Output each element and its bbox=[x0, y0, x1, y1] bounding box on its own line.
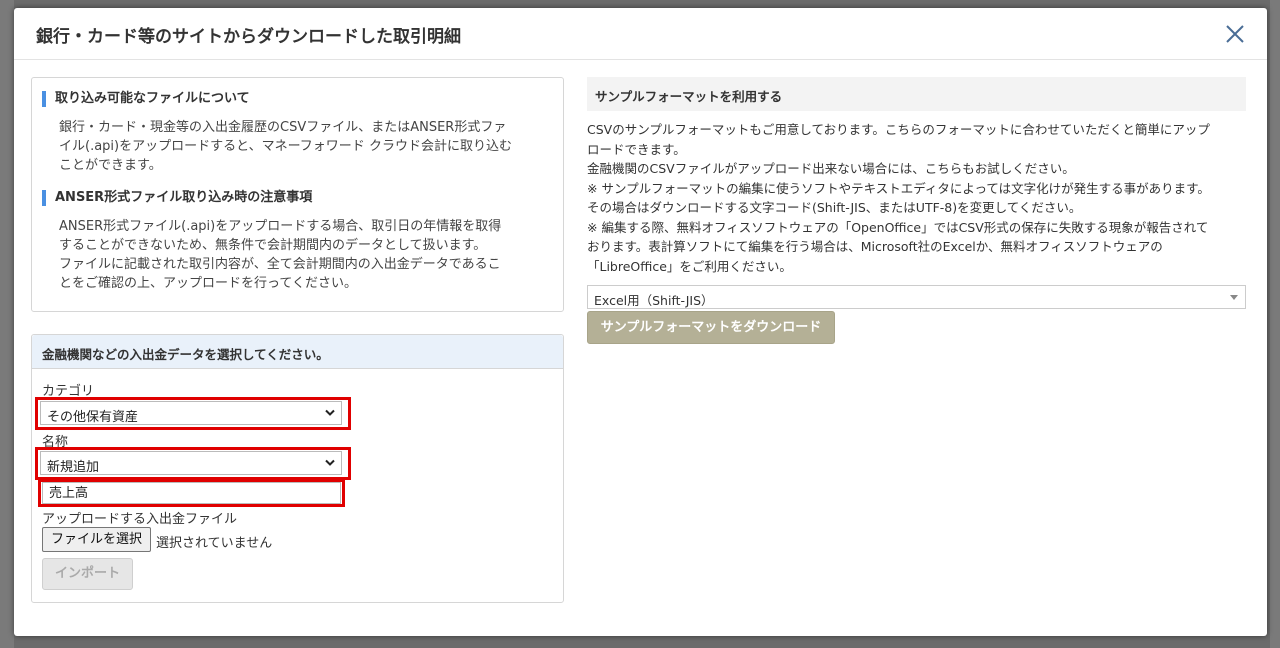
download-sample-button[interactable]: サンプルフォーマットをダウンロード bbox=[587, 311, 835, 344]
text-line: CSVのサンプルフォーマットもご用意しております。こちらのフォーマットに合わせて… bbox=[587, 122, 1210, 137]
chevron-down-icon bbox=[325, 409, 335, 416]
text-line: ことができます。 bbox=[59, 158, 162, 173]
text-line: することができないため、無条件で会計期間内のデータとして扱います。 bbox=[59, 238, 487, 253]
section-text-importable-files: 銀行・カード・現金等の入出金履歴のCSVファイル、またはANSER形式ファ イル… bbox=[59, 118, 559, 175]
format-select-value: Excel用（Shift-JIS） bbox=[594, 293, 714, 308]
category-select-value: その他保有資産 bbox=[47, 410, 139, 425]
modal-title: 銀行・カード等のサイトからダウンロードした取引明細 bbox=[36, 27, 461, 47]
text-line: ANSER形式ファイル(.api)をアップロードする場合、取引日の年情報を取得 bbox=[59, 219, 502, 234]
file-status: 選択されていません bbox=[156, 536, 273, 551]
modal-header: 銀行・カード等のサイトからダウンロードした取引明細 bbox=[14, 8, 1267, 60]
sample-header: サンプルフォーマットを利用する bbox=[587, 77, 1246, 111]
text-line: 「LibreOffice」をご利用ください。 bbox=[587, 258, 792, 274]
category-select[interactable]: その他保有資産 bbox=[40, 401, 342, 425]
new-name-input[interactable]: 売上高 bbox=[42, 482, 341, 504]
format-select[interactable]: Excel用（Shift-JIS） bbox=[587, 285, 1246, 309]
text-line: ※ 編集する際、無料オフィスソフトウェアの「OpenOffice」ではCSV形式… bbox=[587, 219, 1209, 235]
text-line: おります。表計算ソフトにて編集を行う場合は、Microsoft社のExcelか、… bbox=[587, 239, 1163, 254]
info-box: 取り込み可能なファイルについて 銀行・カード・現金等の入出金履歴のCSVファイル… bbox=[31, 77, 564, 312]
sample-description: CSVのサンプルフォーマットもご用意しております。こちらのフォーマットに合わせて… bbox=[587, 120, 1252, 276]
name-select-value: 新規追加 bbox=[47, 460, 100, 475]
section-text-anser-notes: ANSER形式ファイル(.api)をアップロードする場合、取引日の年情報を取得 … bbox=[59, 217, 559, 293]
chevron-down-icon bbox=[325, 459, 335, 466]
text-line: イル(.api)をアップロードすると、マネーフォワード クラウド会計に取り込む bbox=[59, 139, 512, 154]
section-title-anser-notes: ANSER形式ファイル取り込み時の注意事項 bbox=[42, 190, 312, 206]
text-line: ※ サンプルフォーマットの編集に使うソフトやテキストエディタによっては文字化けが… bbox=[587, 180, 1210, 196]
import-button[interactable]: インポート bbox=[42, 558, 133, 590]
section-title-importable-files: 取り込み可能なファイルについて bbox=[42, 91, 250, 107]
text-line: その場合はダウンロードする文字コード(Shift-JIS、またはUTF-8)を変… bbox=[587, 200, 1082, 215]
name-select[interactable]: 新規追加 bbox=[40, 451, 342, 475]
backdrop-right bbox=[1270, 0, 1280, 648]
text-line: とをご確認の上、アップロードを行ってください。 bbox=[59, 276, 357, 291]
close-icon[interactable] bbox=[1223, 22, 1247, 46]
select-panel-header: 金融機関などの入出金データを選択してください。 bbox=[32, 335, 563, 369]
select-panel-title: 金融機関などの入出金データを選択してください。 bbox=[42, 347, 329, 362]
caret-down-icon bbox=[1230, 295, 1238, 300]
text-line: 金融機関のCSVファイルがアップロード出来ない場合には、こちらもお試しください。 bbox=[587, 161, 1075, 176]
text-line: 銀行・カード・現金等の入出金履歴のCSVファイル、またはANSER形式ファ bbox=[59, 120, 507, 135]
sample-title: サンプルフォーマットを利用する bbox=[595, 89, 783, 104]
text-line: ファイルに記載された取引内容が、全て会計期間内の入出金データであるこ bbox=[59, 257, 501, 272]
file-label: アップロードする入出金ファイル bbox=[42, 512, 238, 527]
import-modal: 銀行・カード等のサイトからダウンロードした取引明細 取り込み可能なファイルについ… bbox=[14, 8, 1267, 636]
backdrop-left bbox=[0, 0, 14, 648]
text-line: ロードできます。 bbox=[587, 141, 686, 157]
choose-file-button[interactable]: ファイルを選択 bbox=[42, 527, 152, 552]
